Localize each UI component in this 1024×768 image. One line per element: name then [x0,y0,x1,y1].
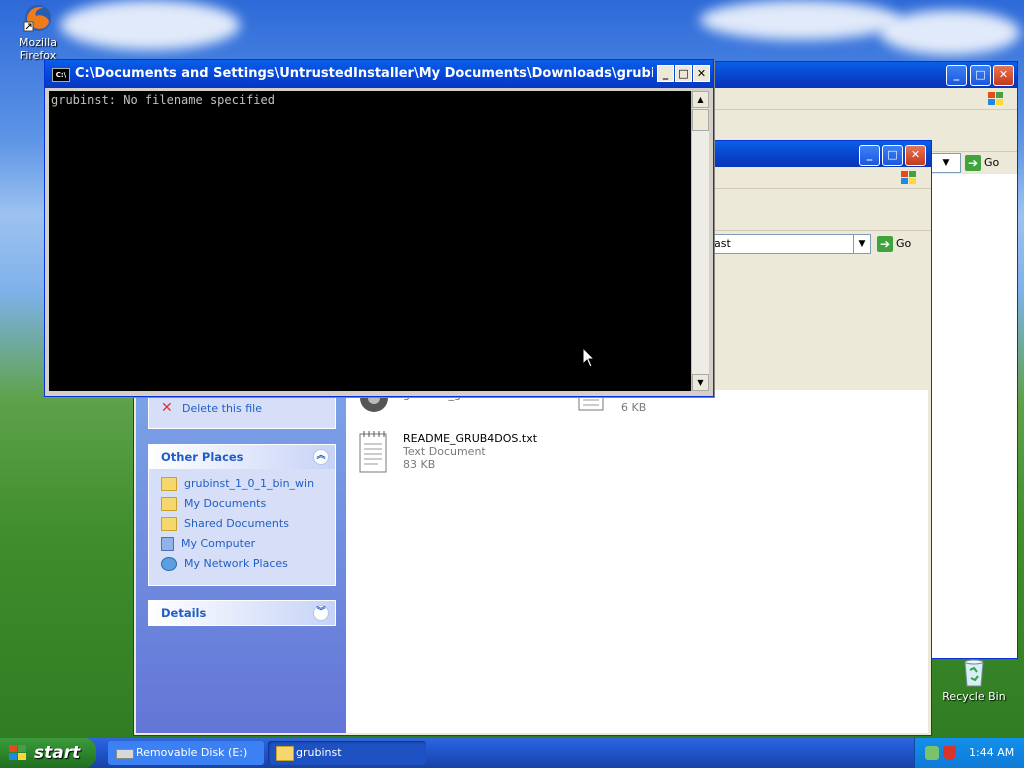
delete-file-link[interactable]: ✕ Delete this file [149,399,335,419]
place-link-my-documents[interactable]: My Documents [149,494,335,514]
desktop-icon-firefox[interactable]: Mozilla Firefox [0,2,76,62]
firefox-icon [22,2,54,34]
go-label: Go [984,156,1000,169]
start-label: start [34,743,81,763]
security-shield-icon[interactable] [943,746,956,760]
taskbar-item-grubinst[interactable]: grubinst [268,741,426,765]
drive-icon [116,749,134,759]
file-item-readme[interactable]: README_GRUB4DOS.txt Text Document 83 KB [358,428,568,474]
console-maximize-button[interactable]: □ [675,65,692,82]
cloud [700,0,900,40]
close-button[interactable]: ✕ [993,65,1014,86]
other-places-header[interactable]: Other Places ︽ [149,445,335,469]
console-close-button[interactable]: ✕ [693,65,710,82]
address-field[interactable]: ast [710,234,870,254]
file-name: README_GRUB4DOS.txt [403,432,538,445]
console-minimize-button[interactable]: _ [657,65,674,82]
file-type: Text Document [403,445,486,458]
desktop-icon-label: Recycle Bin [942,690,1006,703]
windows-logo-icon [899,169,919,187]
go-arrow-icon: ➔ [965,155,981,171]
details-box: Details ︾ [148,600,336,626]
network-icon [161,557,177,571]
console-window[interactable]: C:\ C:\Documents and Settings\UntrustedI… [44,59,714,397]
folder-icon [161,497,177,511]
computer-icon [161,537,174,551]
place-link-shared-documents[interactable]: Shared Documents [149,514,335,534]
folder-icon [161,477,177,491]
file-list: grubinst_gui.exe Text Document 6 KB READ… [346,384,928,733]
desktop-icon-recycle-bin[interactable]: Recycle Bin [936,656,1012,703]
maximize-button[interactable]: □ [970,65,991,86]
cloud [60,0,240,50]
go-label: Go [896,237,912,250]
file-size: 83 KB [403,458,436,471]
taskbar: start Removable Disk (E:) grubinst 1:44 … [0,738,1024,768]
clock[interactable]: 1:44 AM [969,746,1014,759]
maximize-button[interactable]: □ [882,145,903,166]
minimize-button[interactable]: _ [946,65,967,86]
delete-icon: ✕ [161,400,173,416]
console-title: C:\Documents and Settings\UntrustedInsta… [75,66,653,81]
place-link-network-places[interactable]: My Network Places [149,554,335,574]
place-link-grubinst-folder[interactable]: grubinst_1_0_1_bin_win [149,474,335,494]
system-tray: 1:44 AM [914,738,1024,768]
other-places-box: Other Places ︽ grubinst_1_0_1_bin_win My … [148,444,336,586]
cloud [880,10,1020,55]
text-file-icon [359,431,387,473]
task-pane: ✕ Delete this file Other Places ︽ grubinst… [136,390,346,733]
network-tray-icon[interactable] [925,746,939,760]
mouse-cursor-icon [582,347,596,368]
go-arrow-icon: ➔ [877,236,893,252]
details-header[interactable]: Details ︾ [149,601,335,625]
file-area [931,174,1017,658]
folder-icon [276,746,294,761]
cmd-icon: C:\ [52,68,70,82]
collapse-chevron-icon[interactable]: ︽ [313,449,329,465]
address-dropdown-button[interactable]: ▼ [853,234,871,254]
close-button[interactable]: ✕ [905,145,926,166]
go-button[interactable]: ➔ Go [965,153,999,173]
minimize-button[interactable]: _ [859,145,880,166]
taskbar-item-removable-disk[interactable]: Removable Disk (E:) [108,741,264,765]
address-dropdown-button[interactable]: ▼ [931,153,961,173]
windows-flag-icon [9,745,26,760]
console-output[interactable]: grubinst: No filename specified [49,91,691,391]
scroll-down-icon[interactable]: ▼ [692,374,709,391]
recycle-bin-icon [958,656,990,688]
console-title-bar[interactable]: C:\ C:\Documents and Settings\UntrustedI… [45,60,713,88]
scroll-up-icon[interactable]: ▲ [692,91,709,108]
scroll-thumb[interactable] [692,109,709,131]
console-scrollbar[interactable]: ▲ ▼ [691,91,709,391]
expand-chevron-icon[interactable]: ︾ [313,605,329,621]
go-button[interactable]: ➔ Go [877,234,911,254]
folder-icon [161,517,177,531]
address-text: ast [714,237,731,250]
windows-logo-icon [986,90,1006,108]
place-link-my-computer[interactable]: My Computer [149,534,335,554]
start-button[interactable]: start [0,738,96,768]
